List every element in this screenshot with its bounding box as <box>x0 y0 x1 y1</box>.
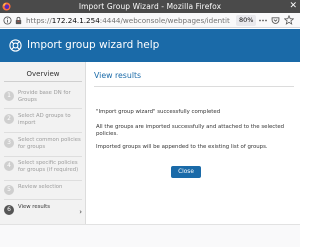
pocket-icon[interactable] <box>271 16 280 25</box>
step-divider <box>4 132 82 133</box>
chevron-right-icon: › <box>79 208 82 216</box>
step-label: Provide base DN for Groups <box>18 90 71 103</box>
step-label: Review selection <box>18 184 63 190</box>
step-number: 4 <box>4 161 14 171</box>
step-number: 5 <box>4 185 14 195</box>
content-heading: View results <box>94 71 142 80</box>
lock-icon[interactable] <box>14 16 23 25</box>
step-number: 3 <box>4 138 14 148</box>
step-label: View results <box>18 204 50 210</box>
step-divider <box>4 180 82 181</box>
step-divider <box>4 156 82 157</box>
step-number: 2 <box>4 114 14 124</box>
main-content: View results "Import group wizard" succe… <box>86 62 300 224</box>
step-number: 6 <box>4 205 14 215</box>
help-header: Import group wizard help <box>0 29 300 62</box>
window-title: Import Group Wizard - Mozilla Firefox <box>78 2 222 11</box>
step-number: 1 <box>4 91 14 101</box>
url-path: :4444/webconsole/webpages/identit <box>99 16 230 25</box>
window-titlebar: Import Group Wizard - Mozilla Firefox ✕ <box>0 0 300 13</box>
window-bottom-area <box>0 224 300 247</box>
overview-divider <box>4 81 82 82</box>
url-host: 172.24.1.254 <box>51 16 100 25</box>
step-label: Select specific policies for groups (if … <box>18 160 79 173</box>
more-icon[interactable] <box>258 16 268 25</box>
window-close-button[interactable]: ✕ <box>289 0 297 13</box>
overview-panel: Overview 1 Provide base DN for Groups 2 … <box>0 62 86 224</box>
content-divider <box>94 86 294 87</box>
step-label: Select common policies for groups <box>18 137 81 150</box>
address-bar[interactable]: https://172.24.1.254:4444/webconsole/web… <box>0 13 300 28</box>
append-note-message: Imported groups will be appended to the … <box>96 144 268 150</box>
step-label: Select AD groups to import <box>18 113 71 126</box>
info-icon[interactable] <box>3 16 12 25</box>
success-message: "Import group wizard" successfully compl… <box>96 109 221 115</box>
url-scheme: https:// <box>26 16 52 25</box>
import-detail-message: All the groups are imported successfully… <box>96 124 285 137</box>
help-icon <box>9 39 22 52</box>
zoom-level-button[interactable]: 80% <box>236 15 257 26</box>
help-title: Import group wizard help <box>27 39 160 51</box>
step-divider <box>4 199 82 200</box>
close-button[interactable]: Close <box>171 166 201 178</box>
star-icon[interactable] <box>284 15 294 25</box>
url-text[interactable]: https://172.24.1.254:4444/webconsole/web… <box>26 15 234 26</box>
overview-title: Overview <box>26 70 60 78</box>
step-divider <box>4 108 82 109</box>
